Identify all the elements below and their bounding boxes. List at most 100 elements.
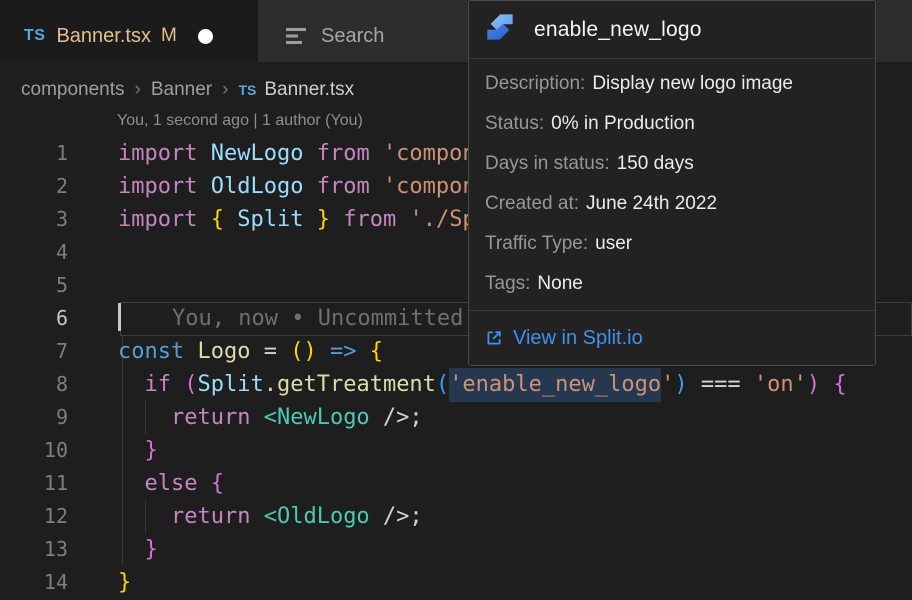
code-text: if (Split.getTreatment('enable_new_logo'… bbox=[118, 368, 847, 401]
tooltip-row-value: Display new logo image bbox=[592, 73, 793, 94]
split-feature-flag-tooltip: enable_new_logo Description:Display new … bbox=[468, 0, 876, 366]
search-editor-icon bbox=[286, 26, 308, 46]
tooltip-row-value: 0% in Production bbox=[551, 113, 695, 134]
code-token: NewLogo bbox=[211, 141, 304, 166]
tooltip-row-value: user bbox=[595, 233, 632, 254]
code-token bbox=[197, 141, 210, 166]
code-token bbox=[741, 372, 754, 397]
tooltip-row: Status:0% in Production bbox=[485, 104, 859, 144]
breadcrumb: components › Banner › TS Banner.tsx bbox=[21, 76, 354, 104]
line-number[interactable]: 4 bbox=[0, 236, 68, 269]
code-token bbox=[118, 372, 145, 397]
code-token: />; bbox=[370, 405, 423, 430]
code-token: OldLogo bbox=[211, 174, 304, 199]
unsaved-changes-dot[interactable] bbox=[198, 29, 213, 44]
tooltip-row-value: June 24th 2022 bbox=[586, 193, 717, 214]
link-label: View in Split.io bbox=[513, 327, 643, 350]
code-text: } bbox=[118, 434, 158, 467]
line-number[interactable]: 10 bbox=[0, 434, 68, 467]
code-token bbox=[356, 339, 369, 364]
code-line[interactable]: 14} bbox=[0, 566, 912, 599]
tooltip-row-value: 150 days bbox=[617, 153, 694, 174]
code-token bbox=[184, 339, 197, 364]
breadcrumb-file[interactable]: Banner.tsx bbox=[264, 79, 354, 101]
code-line[interactable]: 12 return <OldLogo />; bbox=[0, 500, 912, 533]
code-token: ) bbox=[807, 372, 820, 397]
breadcrumb-components[interactable]: components bbox=[21, 79, 125, 101]
code-token: () bbox=[290, 339, 317, 364]
code-token: import bbox=[118, 174, 197, 199]
code-token: from bbox=[317, 174, 370, 199]
line-number[interactable]: 8 bbox=[0, 368, 68, 401]
code-token bbox=[303, 207, 316, 232]
code-token bbox=[317, 339, 330, 364]
code-text: const Logo = () => { bbox=[118, 335, 383, 368]
line-number[interactable]: 2 bbox=[0, 170, 68, 203]
code-token: Split bbox=[198, 372, 264, 397]
code-token bbox=[303, 174, 316, 199]
code-token: } bbox=[145, 438, 158, 463]
tooltip-row: Days in status:150 days bbox=[485, 144, 859, 184]
code-token bbox=[396, 207, 409, 232]
vscode-window: TS Banner.tsx M Search components › Bann… bbox=[0, 0, 912, 600]
tooltip-row: Description: Display new logo image bbox=[485, 64, 859, 104]
code-line[interactable]: 13 } bbox=[0, 533, 912, 566]
line-number[interactable]: 6 bbox=[0, 302, 68, 335]
external-link-icon bbox=[485, 329, 503, 347]
code-token: ( bbox=[184, 372, 197, 397]
code-token: 'enable_new_logo bbox=[449, 368, 661, 402]
code-token bbox=[197, 207, 210, 232]
code-token bbox=[370, 141, 383, 166]
tab-banner-tsx[interactable]: TS Banner.tsx M bbox=[0, 0, 258, 62]
line-number[interactable]: 1 bbox=[0, 137, 68, 170]
code-token bbox=[118, 405, 171, 430]
breadcrumb-banner[interactable]: Banner bbox=[151, 79, 212, 101]
tooltip-row-value: None bbox=[537, 273, 582, 294]
chevron-separator-icon: › bbox=[125, 79, 151, 101]
code-token: if bbox=[145, 372, 172, 397]
code-line[interactable]: 8 if (Split.getTreatment('enable_new_log… bbox=[0, 368, 912, 401]
text-cursor bbox=[118, 303, 121, 331]
code-token bbox=[250, 504, 263, 529]
code-line[interactable]: 10 } bbox=[0, 434, 912, 467]
tooltip-row-label: Tags: bbox=[485, 273, 530, 294]
tooltip-row: Tags: None bbox=[485, 264, 859, 304]
code-text: } bbox=[118, 566, 131, 599]
code-token: . bbox=[264, 372, 277, 397]
code-token: 'on' bbox=[754, 372, 807, 397]
code-token: from bbox=[343, 207, 396, 232]
git-blame-codelens[interactable]: You, 1 second ago | 1 author (You) bbox=[117, 112, 363, 130]
code-token bbox=[118, 537, 145, 562]
chevron-separator-icon: › bbox=[212, 79, 238, 101]
tooltip-row-label: Created at: bbox=[485, 193, 579, 214]
tab-filename: Banner.tsx bbox=[56, 25, 151, 48]
code-token: => bbox=[330, 339, 357, 364]
code-token bbox=[118, 471, 145, 496]
line-number[interactable]: 12 bbox=[0, 500, 68, 533]
code-token bbox=[224, 207, 237, 232]
code-line[interactable]: 11 else { bbox=[0, 467, 912, 500]
line-number[interactable]: 14 bbox=[0, 566, 68, 599]
tab-search[interactable]: Search bbox=[258, 0, 478, 62]
line-number[interactable]: 11 bbox=[0, 467, 68, 500]
code-text: return <OldLogo />; bbox=[118, 500, 423, 533]
code-token bbox=[330, 207, 343, 232]
code-token bbox=[197, 174, 210, 199]
code-token: <NewLogo bbox=[264, 405, 370, 430]
line-number[interactable]: 5 bbox=[0, 269, 68, 302]
code-token bbox=[303, 141, 316, 166]
code-line[interactable]: 9 return <NewLogo />; bbox=[0, 401, 912, 434]
code-token bbox=[171, 372, 184, 397]
line-number[interactable]: 9 bbox=[0, 401, 68, 434]
code-token: === bbox=[701, 372, 741, 397]
line-number[interactable]: 13 bbox=[0, 533, 68, 566]
view-in-splitio-link[interactable]: View in Split.io bbox=[469, 311, 875, 365]
code-token: ) bbox=[674, 372, 687, 397]
line-number[interactable]: 7 bbox=[0, 335, 68, 368]
line-number[interactable]: 3 bbox=[0, 203, 68, 236]
code-token bbox=[118, 438, 145, 463]
code-token bbox=[688, 372, 701, 397]
code-token: } bbox=[145, 537, 158, 562]
tooltip-row-label: Description: bbox=[485, 73, 585, 94]
code-token: from bbox=[317, 141, 370, 166]
